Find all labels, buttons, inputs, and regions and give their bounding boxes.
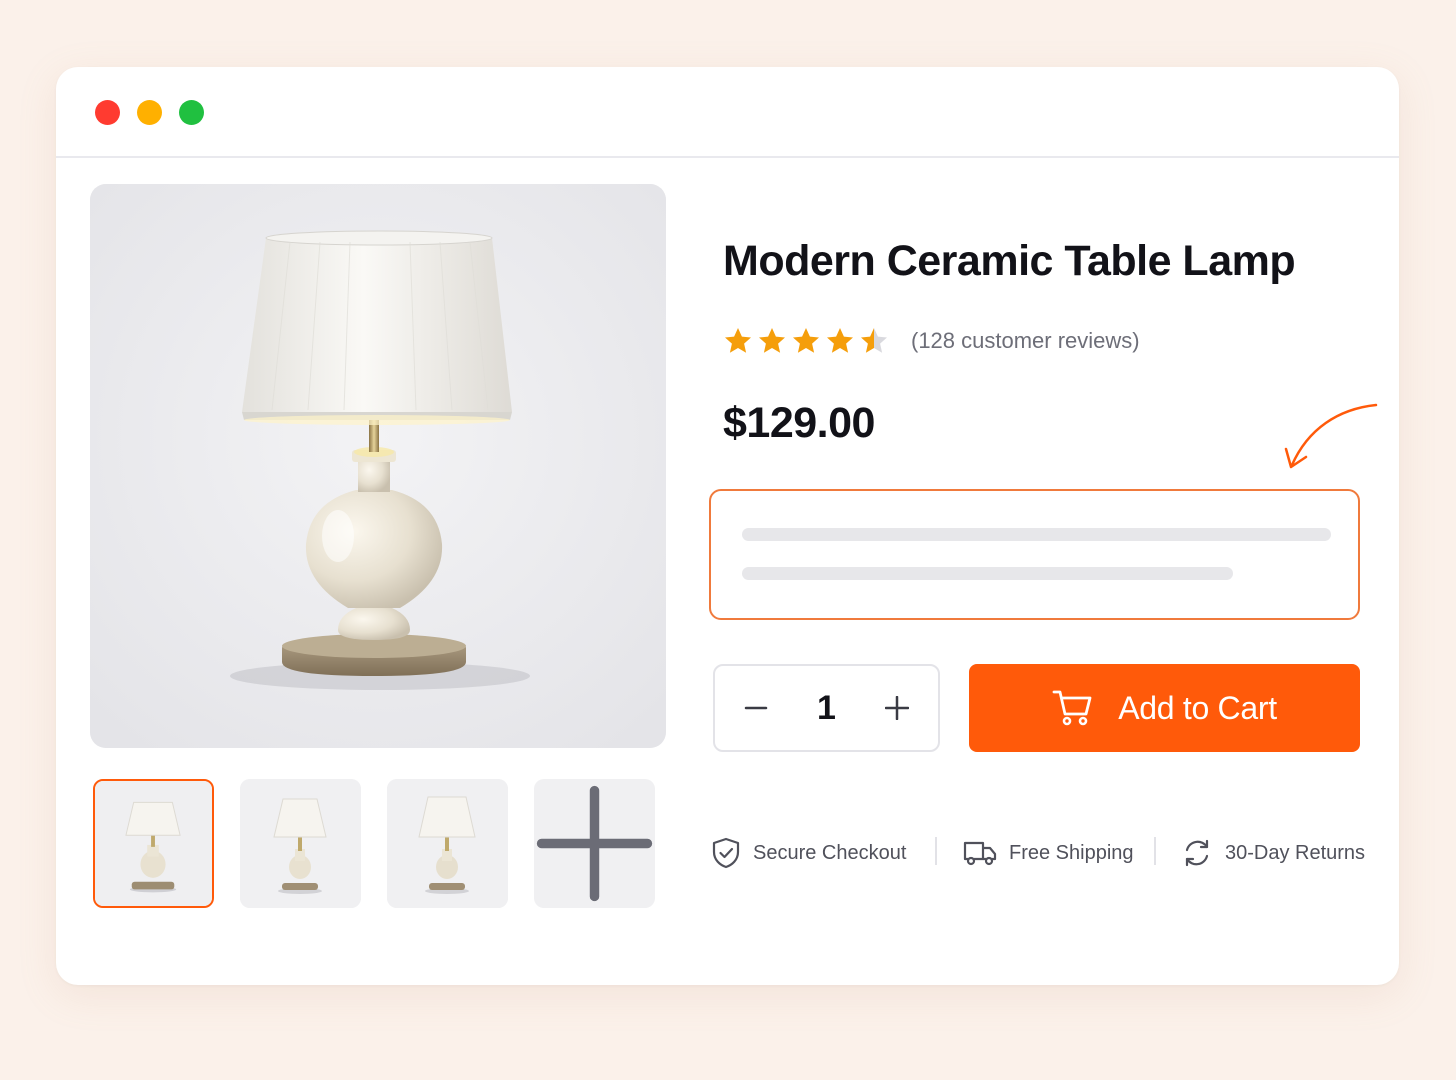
plus-icon [885, 696, 909, 720]
thumbnail-3[interactable] [387, 779, 508, 908]
lamp-thumbnail-image [95, 781, 212, 906]
main-product-image[interactable] [90, 184, 666, 748]
product-title: Modern Ceramic Table Lamp [723, 237, 1296, 285]
trust-badge-label: Free Shipping [1009, 841, 1134, 864]
star-full-icon [827, 328, 853, 353]
review-count[interactable]: (128 customer reviews) [911, 328, 1140, 354]
highlighted-content-placeholder [709, 489, 1360, 620]
skeleton-line [742, 528, 1331, 541]
product-price: $129.00 [723, 399, 875, 447]
star-full-icon [759, 328, 785, 353]
window-titlebar [56, 67, 1399, 158]
lamp-photo [90, 184, 666, 748]
increase-quantity-button[interactable] [863, 666, 931, 750]
cart-icon [1052, 690, 1092, 726]
add-to-cart-button[interactable]: Add to Cart [969, 664, 1360, 752]
quantity-value[interactable]: 1 [790, 666, 863, 750]
lamp-thumbnail-image [240, 779, 361, 908]
shield-check-icon [712, 837, 740, 869]
trust-badge-returns: 30-Day Returns [1181, 833, 1365, 873]
trust-badge-label: Secure Checkout [753, 841, 907, 864]
minus-icon [744, 706, 768, 710]
divider [1154, 837, 1156, 865]
lamp-thumbnail-image [387, 779, 508, 908]
star-half-icon [861, 328, 887, 353]
decrease-quantity-button[interactable] [722, 666, 790, 750]
callout-arrow-icon [1284, 403, 1378, 469]
star-full-icon [793, 328, 819, 353]
truck-icon [963, 841, 997, 866]
thumbnail-2[interactable] [240, 779, 361, 908]
browser-window: Modern Ceramic Table Lamp (128 customer … [56, 67, 1399, 985]
star-rating [723, 326, 889, 356]
trust-badge-label: 30-Day Returns [1225, 841, 1366, 864]
trust-badge-secure-checkout: Secure Checkout [711, 833, 906, 873]
maximize-window-button[interactable] [179, 100, 204, 125]
minimize-window-button[interactable] [137, 100, 162, 125]
quantity-stepper: 1 [713, 664, 940, 752]
plus-icon [536, 785, 653, 902]
add-image-button[interactable] [534, 779, 655, 908]
skeleton-line [742, 567, 1233, 580]
star-full-icon [725, 328, 751, 353]
add-to-cart-label: Add to Cart [1118, 689, 1277, 726]
product-rating[interactable]: (128 customer reviews) [723, 324, 1140, 358]
close-window-button[interactable] [95, 100, 120, 125]
divider [935, 837, 937, 865]
thumbnail-1[interactable] [93, 779, 214, 908]
refresh-icon [1185, 839, 1209, 867]
trust-badge-free-shipping: Free Shipping [963, 833, 1134, 873]
